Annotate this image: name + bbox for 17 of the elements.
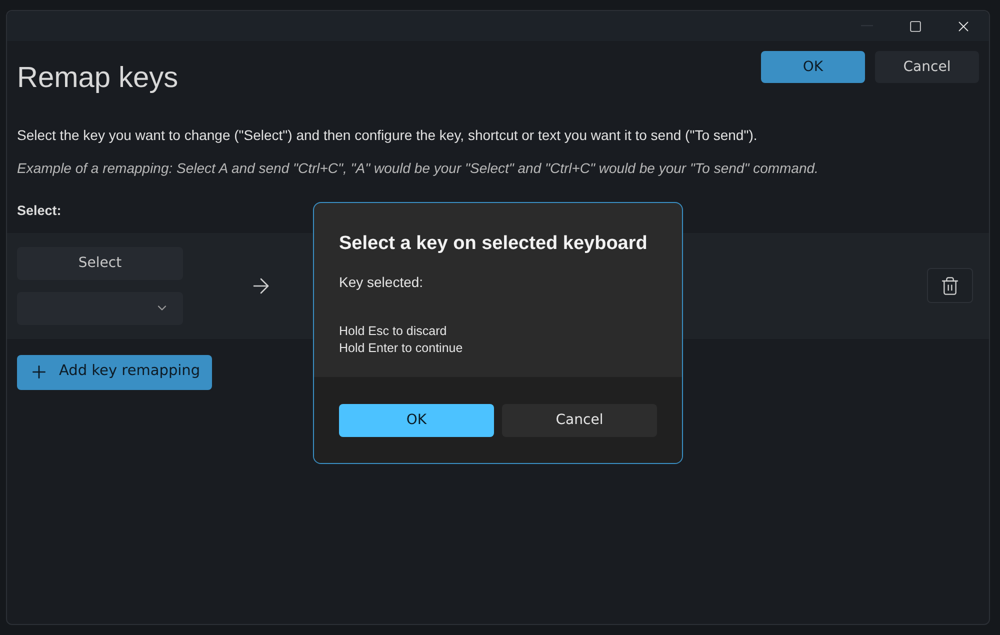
key-selected-label: Key selected:	[339, 272, 424, 292]
dialog-cancel-button[interactable]: Cancel	[502, 404, 657, 436]
select-button[interactable]: Select	[17, 246, 183, 280]
select-label: Select:	[16, 202, 62, 220]
dialog-ok-button[interactable]: OK	[339, 404, 494, 436]
add-key-remapping-button[interactable]: Add key remapping	[17, 354, 212, 390]
example-text: Example of a remapping: Select A and send "Ctrl+C", "A" would be your "Select" and "Ctrl+C" would be your "To send" command.	[16, 158, 820, 178]
delete-button[interactable]	[927, 268, 973, 304]
trash-icon	[940, 276, 960, 296]
ok-button[interactable]: OK	[761, 51, 865, 83]
dialog-title: Select a key on selected keyboard	[339, 232, 648, 256]
description-text: Select the key you want to change ("Select") and then configure the key, shortcut or text you want it to send ("To send").	[16, 126, 758, 145]
cancel-button[interactable]: Cancel	[875, 51, 979, 83]
hint-text: Hold Esc to discard	[339, 322, 448, 340]
page-title: Remap keys	[17, 61, 178, 96]
key-dropdown[interactable]	[17, 292, 183, 325]
hint-text: Hold Enter to continue	[339, 340, 464, 356]
